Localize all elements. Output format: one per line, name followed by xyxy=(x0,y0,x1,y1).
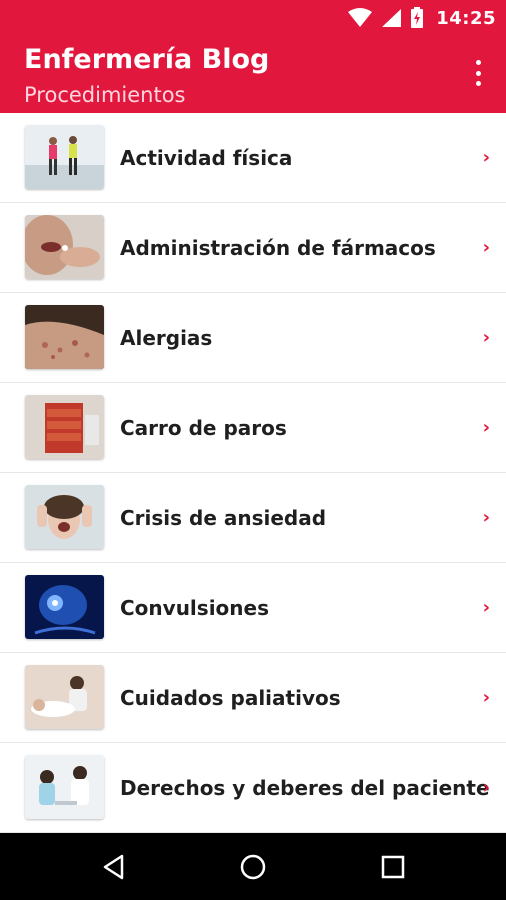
app-subtitle: Procedimientos xyxy=(24,83,186,107)
pill-mouth-photo xyxy=(25,215,104,279)
list-item-alergias[interactable]: Alergias › xyxy=(0,293,506,383)
brain-scan-photo xyxy=(25,575,104,639)
app-bar: Enfermería Blog Procedimientos xyxy=(0,36,506,113)
screaming-woman-photo xyxy=(25,485,104,549)
list-item-label: Administración de fármacos xyxy=(120,236,436,260)
chevron-right-icon: › xyxy=(482,417,490,438)
battery-icon xyxy=(410,7,424,29)
caregiver-patient-photo xyxy=(25,665,104,729)
back-icon[interactable] xyxy=(74,833,154,900)
running-people-photo xyxy=(25,125,104,189)
recents-icon[interactable] xyxy=(353,833,433,900)
more-vert-icon[interactable] xyxy=(466,58,490,88)
list-item-label: Derechos y deberes del paciente xyxy=(120,776,490,800)
doctor-patient-photo xyxy=(25,755,104,819)
status-icons: 14:25 xyxy=(348,0,496,36)
list-item-cuidados-paliativos[interactable]: Cuidados paliativos › xyxy=(0,653,506,743)
list-item-label: Alergias xyxy=(120,326,213,350)
system-nav-bar xyxy=(0,833,506,900)
chevron-right-icon: › xyxy=(482,687,490,708)
chevron-right-icon: › xyxy=(482,507,490,528)
list-item-label: Carro de paros xyxy=(120,416,287,440)
app-title: Enfermería Blog xyxy=(24,44,270,75)
wifi-icon xyxy=(348,8,373,28)
list-item-label: Actividad física xyxy=(120,146,293,170)
list-item-crisis-ansiedad[interactable]: Crisis de ansiedad › xyxy=(0,473,506,563)
skin-rash-photo xyxy=(25,305,104,369)
list-item-label: Crisis de ansiedad xyxy=(120,506,327,530)
list-item-administracion-farmacos[interactable]: Administración de fármacos › xyxy=(0,203,506,293)
chevron-right-icon: › xyxy=(482,147,490,168)
procedures-list: Actividad física › Administración de fár… xyxy=(0,113,506,833)
status-bar: 14:25 xyxy=(0,0,506,36)
home-icon[interactable] xyxy=(213,833,293,900)
list-item-carro-de-paros[interactable]: Carro de paros › xyxy=(0,383,506,473)
chevron-right-icon: › xyxy=(482,237,490,258)
list-item-convulsiones[interactable]: Convulsiones › xyxy=(0,563,506,653)
status-clock: 14:25 xyxy=(436,7,496,29)
list-item-derechos-deberes[interactable]: Derechos y deberes del paciente › xyxy=(0,743,506,833)
crash-cart-photo xyxy=(25,395,104,459)
list-item-label: Cuidados paliativos xyxy=(120,686,341,710)
list-item-actividad-fisica[interactable]: Actividad física › xyxy=(0,113,506,203)
chevron-right-icon: › xyxy=(482,597,490,618)
chevron-right-icon: › xyxy=(482,327,490,348)
chevron-right-icon: › xyxy=(482,777,490,798)
signal-icon xyxy=(380,8,402,28)
list-item-label: Convulsiones xyxy=(120,596,269,620)
